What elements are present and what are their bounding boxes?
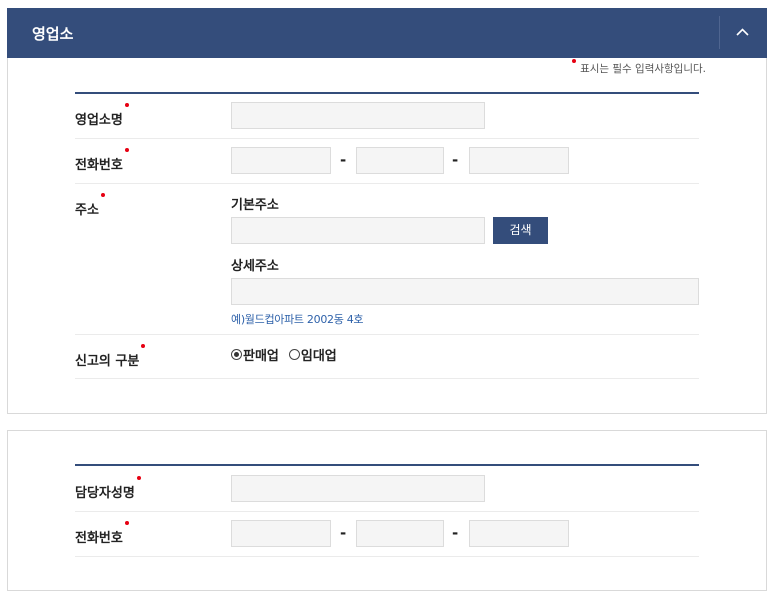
radio-rental[interactable]: 임대업 (288, 345, 337, 364)
manager-phone-field-3[interactable] (469, 520, 569, 547)
address-label-text: 주소 (75, 203, 99, 218)
required-dot-icon (124, 521, 129, 525)
detail-address-label: 상세주소 (231, 259, 279, 274)
phone-dash: - (340, 524, 347, 542)
required-dot-icon (136, 476, 141, 480)
required-note: 표시는 필수 입력사항입니다. (572, 59, 706, 76)
required-dot-icon (100, 193, 105, 197)
office-name-input[interactable] (231, 102, 485, 129)
radio-sales[interactable]: 판매업 (231, 345, 279, 364)
manager-phone-field-2[interactable] (356, 520, 444, 547)
required-dot-icon (572, 59, 577, 63)
office-name-label-text: 영업소명 (75, 113, 123, 128)
basic-address-label: 기본주소 (231, 198, 279, 213)
required-dot-icon (124, 148, 129, 152)
address-label: 주소 (75, 193, 105, 218)
manager-phone-field-1[interactable] (231, 520, 331, 547)
radio-sales-label: 판매업 (243, 349, 279, 364)
phone-label-text: 전화번호 (75, 158, 123, 173)
search-button[interactable]: 검색 (493, 217, 548, 244)
radio-rental-label: 임대업 (300, 349, 337, 364)
panel-header: 영업소 (7, 8, 767, 58)
phone-field-2[interactable] (356, 147, 444, 174)
manager-name-label: 담당자성명 (75, 476, 141, 501)
report-type-label: 신고의 구분 (75, 344, 146, 369)
row-divider (75, 511, 699, 512)
manager-name-input[interactable] (231, 475, 485, 502)
chevron-up-icon (736, 28, 749, 36)
collapse-button[interactable] (720, 8, 767, 58)
basic-address-input[interactable] (231, 217, 485, 244)
form-top-rule (75, 464, 699, 466)
office-name-label: 영업소명 (75, 103, 129, 128)
required-dot-icon (124, 103, 129, 107)
manager-phone-label: 전화번호 (75, 521, 129, 546)
radio-icon[interactable] (288, 349, 300, 360)
radio-icon[interactable] (231, 349, 242, 360)
panel-title: 영업소 (32, 25, 74, 43)
row-divider (75, 138, 699, 139)
manager-phone-label-text: 전화번호 (75, 531, 123, 546)
row-divider (75, 334, 699, 335)
detail-address-input[interactable] (231, 278, 699, 305)
phone-dash: - (452, 151, 459, 169)
address-example: 예)월드컵아파트 2002동 4호 (231, 313, 364, 326)
row-divider (75, 378, 699, 379)
manager-name-label-text: 담당자성명 (75, 486, 135, 501)
phone-field-1[interactable] (231, 147, 331, 174)
report-type-label-text: 신고의 구분 (75, 354, 140, 369)
report-type-radio-group: 판매업 임대업 (231, 345, 347, 364)
row-divider (75, 183, 699, 184)
required-note-text: 표시는 필수 입력사항입니다. (580, 63, 706, 75)
phone-dash: - (452, 524, 459, 542)
form-top-rule (75, 92, 699, 94)
row-divider (75, 556, 699, 557)
phone-dash: - (340, 151, 347, 169)
phone-label: 전화번호 (75, 148, 129, 173)
phone-field-3[interactable] (469, 147, 569, 174)
